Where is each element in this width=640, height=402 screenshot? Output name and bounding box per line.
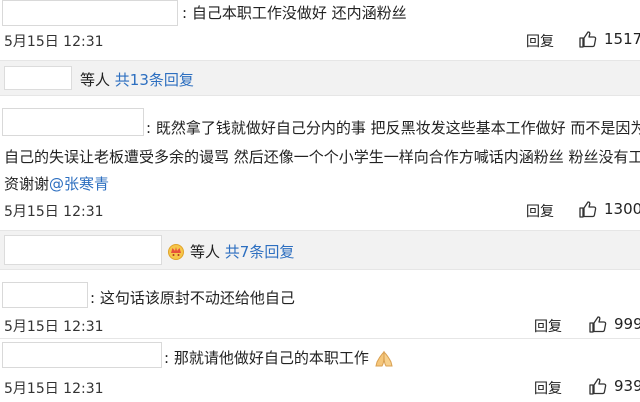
reply-bar-text: 等人 共7条回复: [190, 241, 294, 262]
reply-bar[interactable]: 等人 共13条回复: [0, 60, 640, 96]
comment-time: 5月15日 12:31: [4, 204, 104, 220]
mention-link[interactable]: @张寒青: [49, 175, 109, 193]
separator: :: [182, 4, 188, 22]
like-count: 1300: [604, 200, 640, 218]
comment-text: : 这句话该原封不动还给他自己: [90, 286, 295, 310]
thumbs-up-icon: [589, 316, 607, 333]
comment-body: 那就请他做好自己的本职工作: [173, 349, 369, 367]
username-redacted[interactable]: [4, 235, 162, 265]
thumbs-up-icon: [579, 31, 597, 48]
comment-text-line: : 既然拿了钱就做好自己分内的事 把反黑妆发这些基本工作做好 而不是因为: [146, 116, 640, 140]
comment-text: : 那就请他做好自己的本职工作: [164, 346, 394, 370]
thumbs-up-icon: [579, 201, 597, 218]
view-replies-link[interactable]: 共7条回复: [225, 243, 295, 261]
comment-body: 这句话该原封不动还给他自己: [99, 289, 295, 307]
separator: :: [164, 349, 170, 367]
like-button[interactable]: 1517: [578, 29, 640, 49]
like-button[interactable]: 999: [588, 314, 640, 334]
view-replies-link[interactable]: 共13条回复: [115, 71, 194, 89]
pray-hands-emoji: [375, 350, 393, 366]
username-redacted[interactable]: [2, 342, 162, 368]
comment-text-line: 自己的失误让老板遭受多余的谩骂 然后还像一个个小学生一样向合作方喊话内涵粉丝 粉…: [4, 148, 640, 166]
comment-text-line: 资谢谢@张寒青: [4, 172, 109, 196]
reply-bar-prefix: 等人: [80, 71, 111, 89]
thumbs-up-icon: [589, 378, 607, 395]
separator: :: [90, 289, 96, 307]
reply-button[interactable]: 回复: [526, 31, 554, 51]
comment-time: 5月15日 12:31: [4, 319, 104, 335]
comment-body-line1: 既然拿了钱就做好自己分内的事 把反黑妆发这些基本工作做好 而不是因为: [155, 119, 640, 137]
username-redacted[interactable]: [2, 282, 88, 308]
comment-text: : 自己本职工作没做好 还内涵粉丝: [182, 1, 407, 25]
reply-bar-prefix: 等人: [190, 243, 221, 261]
like-count: 999: [614, 315, 640, 333]
reply-button[interactable]: 回复: [526, 201, 554, 221]
comment-time: 5月15日 12:31: [4, 381, 104, 397]
comment-body-line3: 资谢谢: [4, 175, 50, 193]
crown-badge-icon: [168, 244, 184, 260]
like-count: 1517: [604, 30, 640, 48]
reply-bar-text: 等人 共13条回复: [80, 69, 194, 90]
like-count: 939: [614, 377, 640, 395]
reply-button[interactable]: 回复: [534, 378, 562, 398]
like-button[interactable]: 1300: [578, 199, 640, 219]
reply-bar[interactable]: 等人 共7条回复: [0, 230, 640, 270]
comment-body: 自己本职工作没做好 还内涵粉丝: [191, 4, 407, 22]
username-redacted[interactable]: [2, 0, 178, 26]
like-button[interactable]: 939: [588, 376, 640, 396]
comment-time: 5月15日 12:31: [4, 34, 104, 50]
reply-button[interactable]: 回复: [534, 316, 562, 336]
username-redacted[interactable]: [2, 108, 144, 136]
divider: [0, 338, 640, 339]
separator: :: [146, 119, 152, 137]
username-redacted[interactable]: [4, 66, 72, 90]
